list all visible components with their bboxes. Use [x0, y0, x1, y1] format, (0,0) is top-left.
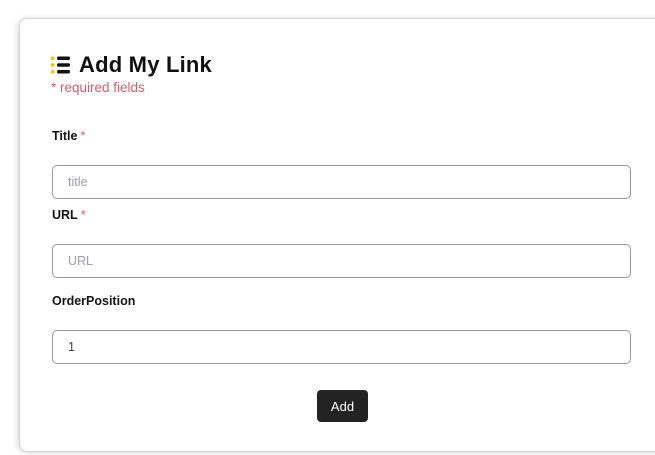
- page: Add My Link * required fields Title* URL…: [0, 0, 655, 455]
- title-input[interactable]: [52, 165, 631, 199]
- order-position-label-text: OrderPosition: [52, 294, 136, 308]
- url-label-text: URL: [52, 208, 78, 222]
- form-title: Add My Link: [79, 52, 212, 77]
- title-label: Title *: [52, 129, 85, 143]
- form-header: Add My Link: [51, 52, 212, 78]
- list-icon: [51, 56, 70, 74]
- required-marker: *: [80, 208, 86, 222]
- add-button[interactable]: Add: [317, 390, 368, 422]
- order-position-label: OrderPosition: [52, 294, 135, 308]
- url-input[interactable]: [52, 244, 631, 278]
- url-label: URL *: [52, 208, 86, 222]
- order-position-input[interactable]: [52, 330, 631, 364]
- required-marker: *: [80, 129, 86, 143]
- required-fields-note: * required fields: [51, 80, 145, 95]
- title-label-text: Title: [52, 129, 78, 143]
